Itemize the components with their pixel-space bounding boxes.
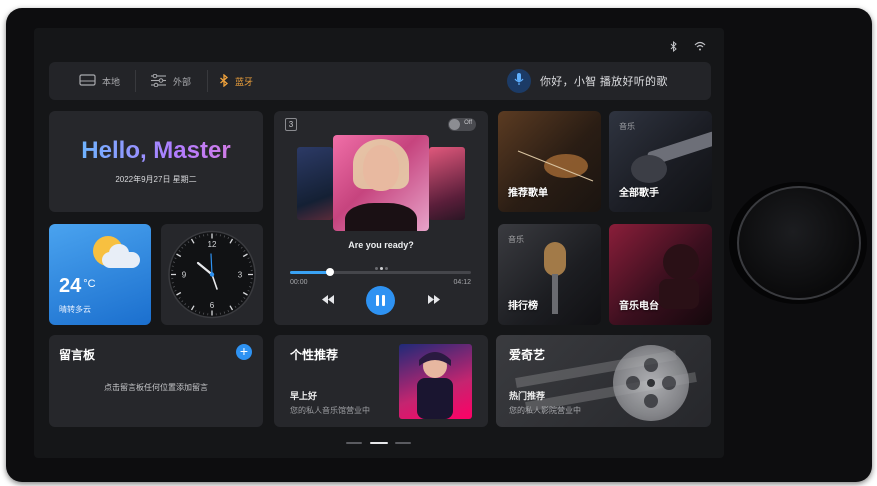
clock-numeral-3: 3 — [238, 271, 243, 280]
personal-recommendation-card[interactable]: 个性推荐 早上好 您的私人音乐馆营业中 — [274, 335, 488, 427]
analog-clock: 12 3 6 9 — [168, 230, 256, 319]
local-drive-icon — [79, 74, 96, 88]
microphone-button[interactable] — [507, 69, 531, 93]
carousel-dot-active[interactable] — [379, 267, 383, 270]
source-tab-label: 本地 — [102, 76, 121, 87]
toggle-label: Off — [464, 120, 472, 126]
film-reel-icon — [613, 345, 689, 421]
tile-recommended-playlists[interactable]: 推荐歌单 — [498, 111, 601, 212]
page-indicator-active[interactable] — [370, 442, 388, 444]
toggle-knob — [449, 119, 460, 130]
progress-bar[interactable] — [290, 268, 471, 276]
page-indicator[interactable] — [346, 442, 362, 444]
tile-label: 全部歌手 — [619, 188, 659, 199]
tile-charts[interactable]: 音乐 排行榜 — [498, 224, 601, 325]
recommendation-greeting: 早上好 — [290, 391, 318, 401]
source-tab-bluetooth[interactable]: 蓝牙 — [219, 62, 253, 100]
previous-track-icon[interactable] — [322, 295, 334, 307]
progress-handle[interactable] — [325, 268, 334, 276]
carousel-dot[interactable] — [384, 267, 388, 270]
source-tab-label: 蓝牙 — [235, 76, 254, 87]
greeting-date: 2022年9月27日 星期二 — [115, 175, 197, 184]
add-message-button[interactable]: + — [236, 344, 252, 360]
temperature-unit: °C — [83, 278, 96, 290]
iqiyi-subtitle: 您的私人影院营业中 — [509, 406, 581, 415]
recommendation-album-cover[interactable] — [399, 344, 472, 419]
clock-card[interactable]: 12 3 6 9 — [161, 224, 263, 325]
tile-tag: 音乐 — [508, 235, 524, 244]
track-number-badge: 3 — [285, 118, 297, 131]
tile-all-artists[interactable]: 音乐 全部歌手 — [609, 111, 712, 212]
microphone-icon — [514, 72, 524, 91]
rotary-knob[interactable] — [737, 186, 861, 300]
next-track-icon[interactable] — [428, 295, 440, 307]
album-cover-next[interactable] — [429, 147, 465, 220]
source-tab-label: 外部 — [173, 76, 192, 87]
wifi-icon — [694, 41, 706, 54]
greeting-title: Hello, Master — [49, 137, 263, 165]
current-time: 00:00 — [290, 279, 308, 286]
screen: 本地 外部 蓝牙 你好，小智 播放好听的歌 Hello, Master 2022… — [34, 28, 724, 458]
divider — [207, 70, 208, 92]
tile-tag: 音乐 — [619, 122, 635, 131]
tile-label: 音乐电台 — [619, 301, 659, 312]
source-tab-external[interactable]: 外部 — [150, 62, 191, 100]
carousel-dot[interactable] — [374, 267, 378, 270]
source-tab-local[interactable]: 本地 — [79, 62, 120, 100]
source-bar: 本地 外部 蓝牙 你好，小智 播放好听的歌 — [49, 62, 711, 100]
sliders-icon — [150, 73, 167, 89]
divider — [135, 70, 136, 92]
tile-label: 推荐歌单 — [508, 188, 548, 199]
page-indicator[interactable] — [395, 442, 411, 444]
album-cover-current[interactable] — [333, 135, 429, 231]
clock-numeral-12: 12 — [208, 240, 217, 249]
progress-fill — [290, 271, 330, 274]
weather-description: 晴转多云 — [59, 305, 91, 314]
bluetooth-icon — [670, 40, 678, 55]
iqiyi-card[interactable]: 爱奇艺 热门推荐 您的私人影院营业中 — [496, 335, 711, 427]
pause-icon — [376, 295, 379, 306]
bluetooth-icon — [219, 73, 229, 89]
pause-button[interactable] — [366, 286, 395, 315]
temperature: 24 °C — [59, 275, 96, 297]
total-time: 04:12 — [453, 279, 471, 286]
weather-card[interactable]: 24 °C 晴转多云 — [49, 224, 151, 325]
cloud-icon — [102, 252, 140, 268]
album-cover-previous[interactable] — [297, 147, 333, 220]
message-board-title: 留言板 — [59, 348, 96, 362]
message-board-card[interactable]: 留言板 + 点击留言板任何位置添加留言 — [49, 335, 263, 427]
tile-music-radio[interactable]: 音乐电台 — [609, 224, 712, 325]
greeting-card: Hello, Master 2022年9月27日 星期二 — [49, 111, 263, 212]
iqiyi-section: 热门推荐 — [509, 391, 546, 401]
iqiyi-title: 爱奇艺 — [509, 348, 546, 362]
clock-numeral-9: 9 — [182, 271, 187, 280]
clock-numeral-6: 6 — [210, 301, 215, 310]
tile-label: 排行榜 — [508, 301, 538, 312]
voice-prompt[interactable]: 你好，小智 播放好听的歌 — [540, 62, 668, 100]
music-player-card: 3 Off Are you ready? 00:00 04:12 — [274, 111, 488, 325]
song-title: Are you ready? — [348, 240, 414, 250]
recommendation-title: 个性推荐 — [290, 348, 339, 362]
player-toggle[interactable]: Off — [448, 118, 476, 131]
recommendation-subtitle: 您的私人音乐馆营业中 — [290, 406, 370, 415]
message-board-hint: 点击留言板任何位置添加留言 — [104, 383, 208, 392]
